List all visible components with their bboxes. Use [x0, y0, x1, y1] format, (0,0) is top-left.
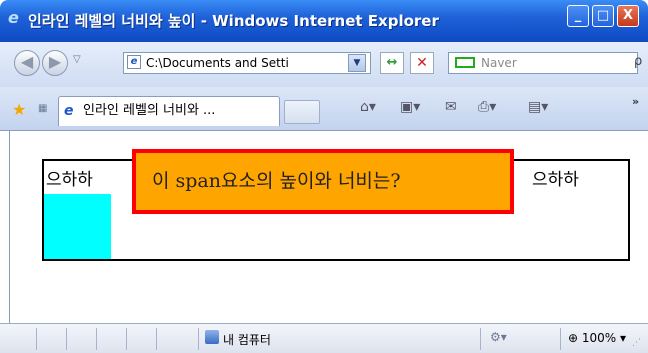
- address-dropdown-icon[interactable]: ▼: [348, 54, 366, 72]
- home-icon[interactable]: ⌂▾: [360, 99, 376, 115]
- address-toolbar: ◀ ▶ ▽ C:\Documents and Setti e ▼ ↔ ✕ Nav…: [0, 42, 648, 87]
- stop-button[interactable]: ✕: [410, 52, 434, 74]
- status-separator: [36, 328, 37, 350]
- new-tab-button[interactable]: [284, 100, 320, 124]
- feeds-icon[interactable]: ▣▾: [400, 99, 420, 115]
- status-separator: [66, 328, 67, 350]
- maximize-button[interactable]: □: [592, 5, 614, 27]
- status-bar: 내 컴퓨터 ⚙▾ ⊕ 100% ▾ ⋰: [0, 323, 648, 353]
- cyan-block: [44, 194, 111, 259]
- resize-grip-icon[interactable]: ⋰: [632, 338, 644, 350]
- zoom-control[interactable]: ⊕ 100% ▾: [568, 331, 626, 345]
- search-icon[interactable]: ρ: [634, 54, 642, 69]
- ie-tab-icon: e: [64, 103, 74, 119]
- print-icon[interactable]: ⎙▾: [478, 99, 496, 115]
- status-separator: [156, 328, 157, 350]
- back-button[interactable]: ◀: [14, 50, 40, 76]
- naver-icon: [455, 57, 475, 68]
- computer-zone-icon: [205, 330, 219, 344]
- status-separator: [480, 328, 481, 350]
- page-icon: e: [127, 55, 141, 69]
- close-button[interactable]: X: [617, 5, 639, 27]
- inline-span: 이 span요소의 높이와 너비는?: [132, 149, 514, 214]
- text-right: 으하하: [532, 170, 579, 190]
- status-separator: [96, 328, 97, 350]
- demo-container: 으하하 이 span요소의 높이와 너비는? 으하하: [42, 149, 630, 261]
- zoom-level: 100%: [581, 331, 617, 345]
- protected-mode-icon[interactable]: ⚙▾: [490, 330, 507, 344]
- recent-pages-dropdown-icon[interactable]: ▽: [73, 54, 81, 65]
- forward-button[interactable]: ▶: [42, 50, 68, 76]
- address-input[interactable]: C:\Documents and Setti: [123, 52, 371, 74]
- text-left: 으하하: [46, 170, 93, 190]
- status-separator: [126, 328, 127, 350]
- favorites-star-icon[interactable]: ★: [12, 100, 26, 119]
- page-menu-icon[interactable]: ▤▾: [528, 99, 548, 115]
- tab-active[interactable]: 인라인 레벨의 너비와 ...: [58, 96, 280, 126]
- mail-icon[interactable]: ✉: [445, 99, 457, 115]
- more-toolbar-button[interactable]: »: [632, 95, 639, 108]
- ie-logo-icon: e: [8, 8, 19, 27]
- refresh-button[interactable]: ↔: [380, 52, 404, 74]
- status-separator: [560, 328, 561, 350]
- status-separator: [198, 328, 199, 350]
- quick-tabs-icon[interactable]: ▦: [38, 103, 47, 114]
- zoom-icon: ⊕: [568, 331, 579, 345]
- page-content: 으하하 이 span요소의 높이와 너비는? 으하하: [9, 131, 643, 323]
- title-bar[interactable]: e 인라인 레벨의 너비와 높이 - Windows Internet Expl…: [0, 0, 648, 42]
- minimize-button[interactable]: _: [567, 5, 589, 27]
- zone-label: 내 컴퓨터: [223, 333, 271, 347]
- tab-toolbar: ★ ▦ 인라인 레벨의 너비와 ... e ⌂▾ ▣▾ ✉ ⎙▾ ▤▾ »: [0, 87, 648, 131]
- search-input[interactable]: Naver: [448, 52, 638, 74]
- window-title: 인라인 레벨의 너비와 높이 - Windows Internet Explor…: [28, 12, 439, 30]
